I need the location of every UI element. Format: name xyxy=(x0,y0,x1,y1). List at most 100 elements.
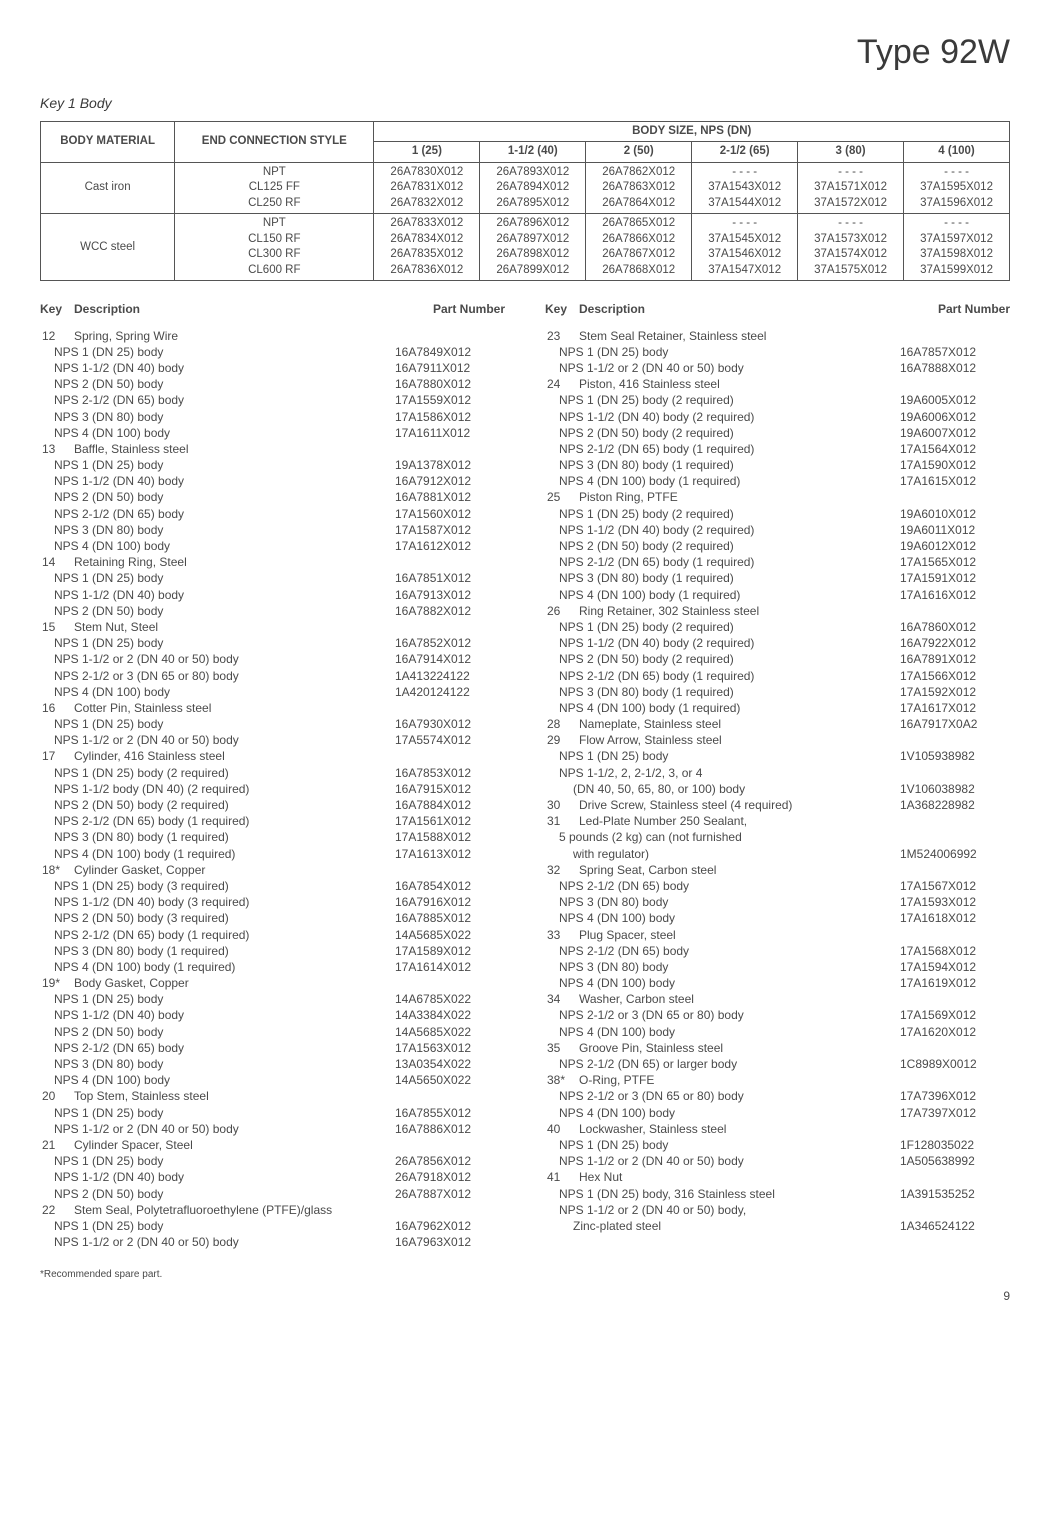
list-subitem: NPS 1-1/2 or 2 (DN 40 or 50) body16A7914… xyxy=(40,651,505,667)
subitem-desc: NPS 1-1/2 (DN 40) body xyxy=(40,360,395,376)
list-subitem: NPS 1 (DN 25) body16A7930X012 xyxy=(40,716,505,732)
subitem-part: 1A391535252 xyxy=(900,1186,1010,1202)
subitem-part: 16A7963X012 xyxy=(395,1234,505,1250)
subitem-desc: NPS 4 (DN 100) body (1 required) xyxy=(545,473,900,489)
item-desc: Cylinder, 416 Stainless steel xyxy=(74,748,395,764)
item-part xyxy=(900,813,1010,829)
list-subitem: NPS 4 (DN 100) body (1 required)17A1615X… xyxy=(545,473,1010,489)
item-part: 1A368228982 xyxy=(900,797,1010,813)
subitem-part: 17A1613X012 xyxy=(395,846,505,862)
subitem-desc: NPS 1-1/2 (DN 40) body xyxy=(40,587,395,603)
subitem-part: 17A1586X012 xyxy=(395,409,505,425)
subitem-desc: Zinc-plated steel xyxy=(545,1218,900,1234)
list-subitem: NPS 3 (DN 80) body17A1594X012 xyxy=(545,959,1010,975)
item-key: 18* xyxy=(40,862,74,878)
subitem-desc: NPS 1 (DN 25) body xyxy=(40,344,395,360)
item-key: 25 xyxy=(545,489,579,505)
item-part xyxy=(395,441,505,457)
item-key: 13 xyxy=(40,441,74,457)
subitem-desc: NPS 1 (DN 25) body xyxy=(40,716,395,732)
cell-part: - - - - 37A1571X012 37A1572X012 xyxy=(798,162,904,214)
subitem-desc: NPS 1 (DN 25) body xyxy=(40,570,395,586)
subitem-desc: NPS 1 (DN 25) body xyxy=(40,1153,395,1169)
list-subitem: NPS 1 (DN 25) body (2 required)19A6010X0… xyxy=(545,506,1010,522)
cell-part: - - - - 37A1597X012 37A1598X012 37A1599X… xyxy=(904,214,1010,281)
subitem-desc: NPS 2-1/2 (DN 65) body (1 required) xyxy=(545,441,900,457)
subitem-part: 1M524006992 xyxy=(900,846,1010,862)
item-desc: Hex Nut xyxy=(579,1169,900,1185)
list-item: 22Stem Seal, Polytetrafluoroethylene (PT… xyxy=(40,1202,505,1218)
subitem-part: 1V106038982 xyxy=(900,781,1010,797)
list-item: 32Spring Seat, Carbon steel xyxy=(545,862,1010,878)
subitem-desc: NPS 2 (DN 50) body xyxy=(40,376,395,392)
item-key: 35 xyxy=(545,1040,579,1056)
list-subitem: NPS 1-1/2 or 2 (DN 40 or 50) body, xyxy=(545,1202,1010,1218)
subitem-part: 17A1567X012 xyxy=(900,878,1010,894)
subitem-part: 16A7912X012 xyxy=(395,473,505,489)
subitem-desc: NPS 2 (DN 50) body (2 required) xyxy=(545,425,900,441)
subitem-part: 17A1619X012 xyxy=(900,975,1010,991)
list-subitem: NPS 1-1/2 (DN 40) body16A7911X012 xyxy=(40,360,505,376)
list-subitem: NPS 4 (DN 100) body14A5650X022 xyxy=(40,1072,505,1088)
subitem-desc: NPS 1-1/2 body (DN 40) (2 required) xyxy=(40,781,395,797)
subitem-desc: NPS 4 (DN 100) body xyxy=(40,1072,395,1088)
item-desc: O-Ring, PTFE xyxy=(579,1072,900,1088)
item-desc: Groove Pin, Stainless steel xyxy=(579,1040,900,1056)
item-key: 31 xyxy=(545,813,579,829)
item-key: 40 xyxy=(545,1121,579,1137)
list-subitem: with regulator)1M524006992 xyxy=(545,846,1010,862)
subitem-part: 17A1594X012 xyxy=(900,959,1010,975)
list-subitem: NPS 3 (DN 80) body17A1593X012 xyxy=(545,894,1010,910)
item-part xyxy=(900,1040,1010,1056)
item-key: 26 xyxy=(545,603,579,619)
list-item: 28Nameplate, Stainless steel16A7917X0A2 xyxy=(545,716,1010,732)
subitem-part: 17A5574X012 xyxy=(395,732,505,748)
subitem-desc: NPS 2-1/2 (DN 65) body xyxy=(40,392,395,408)
list-subitem: NPS 1-1/2, 2, 2-1/2, 3, or 4 xyxy=(545,765,1010,781)
subitem-desc: NPS 2-1/2 (DN 65) body xyxy=(40,506,395,522)
subitem-desc: NPS 1-1/2, 2, 2-1/2, 3, or 4 xyxy=(545,765,900,781)
subitem-part: 26A7887X012 xyxy=(395,1186,505,1202)
subitem-part: 17A1563X012 xyxy=(395,1040,505,1056)
subitem-part: 17A1560X012 xyxy=(395,506,505,522)
list-subitem: NPS 1 (DN 25) body (3 required)16A7854X0… xyxy=(40,878,505,894)
list-subitem: NPS 2 (DN 50) body16A7881X012 xyxy=(40,489,505,505)
item-part xyxy=(900,1121,1010,1137)
subitem-desc: NPS 1 (DN 25) body (2 required) xyxy=(40,765,395,781)
subitem-part: 17A1592X012 xyxy=(900,684,1010,700)
item-key: 20 xyxy=(40,1088,74,1104)
cell-part: - - - - 37A1545X012 37A1546X012 37A1547X… xyxy=(692,214,798,281)
list-item: 19*Body Gasket, Copper xyxy=(40,975,505,991)
list-subitem: NPS 3 (DN 80) body17A1586X012 xyxy=(40,409,505,425)
cell-part: 26A7862X012 26A7863X012 26A7864X012 xyxy=(586,162,692,214)
subitem-desc: NPS 2 (DN 50) body xyxy=(40,1186,395,1202)
list-subitem: NPS 1-1/2 (DN 40) body (2 required)19A60… xyxy=(545,522,1010,538)
list-subitem: NPS 2-1/2 (DN 65) body (1 required)17A15… xyxy=(40,813,505,829)
right-column: Key Description Part Number 23Stem Seal … xyxy=(545,301,1010,1250)
subitem-part: 19A6005X012 xyxy=(900,392,1010,408)
cell-part: 26A7896X012 26A7897X012 26A7898X012 26A7… xyxy=(480,214,586,281)
footnote: *Recommended spare part. xyxy=(40,1268,1010,1282)
item-desc: Retaining Ring, Steel xyxy=(74,554,395,570)
th-size: 2-1/2 (65) xyxy=(692,142,798,163)
subitem-desc: NPS 1-1/2 or 2 (DN 40 or 50) body xyxy=(40,1121,395,1137)
subitem-desc: NPS 4 (DN 100) body (1 required) xyxy=(545,587,900,603)
subitem-desc: NPS 1 (DN 25) body xyxy=(40,1105,395,1121)
subitem-part: 16A7852X012 xyxy=(395,635,505,651)
subitem-desc: NPS 4 (DN 100) body xyxy=(545,975,900,991)
subitem-part: 16A7860X012 xyxy=(900,619,1010,635)
list-item: 35Groove Pin, Stainless steel xyxy=(545,1040,1010,1056)
subitem-part: 16A7881X012 xyxy=(395,489,505,505)
subitem-desc: NPS 4 (DN 100) body xyxy=(40,538,395,554)
item-key: 12 xyxy=(40,328,74,344)
item-part xyxy=(395,1088,505,1104)
subitem-part: 16A7851X012 xyxy=(395,570,505,586)
subitem-part: 14A5650X022 xyxy=(395,1072,505,1088)
item-desc: Spring, Spring Wire xyxy=(74,328,395,344)
list-subitem: NPS 2-1/2 (DN 65) body (1 required)17A15… xyxy=(545,668,1010,684)
cell-part: 26A7830X012 26A7831X012 26A7832X012 xyxy=(374,162,480,214)
subitem-part: 16A7849X012 xyxy=(395,344,505,360)
list-subitem: NPS 2-1/2 or 3 (DN 65 or 80) body1A41322… xyxy=(40,668,505,684)
header-key: Key xyxy=(545,301,579,317)
list-item: 15Stem Nut, Steel xyxy=(40,619,505,635)
